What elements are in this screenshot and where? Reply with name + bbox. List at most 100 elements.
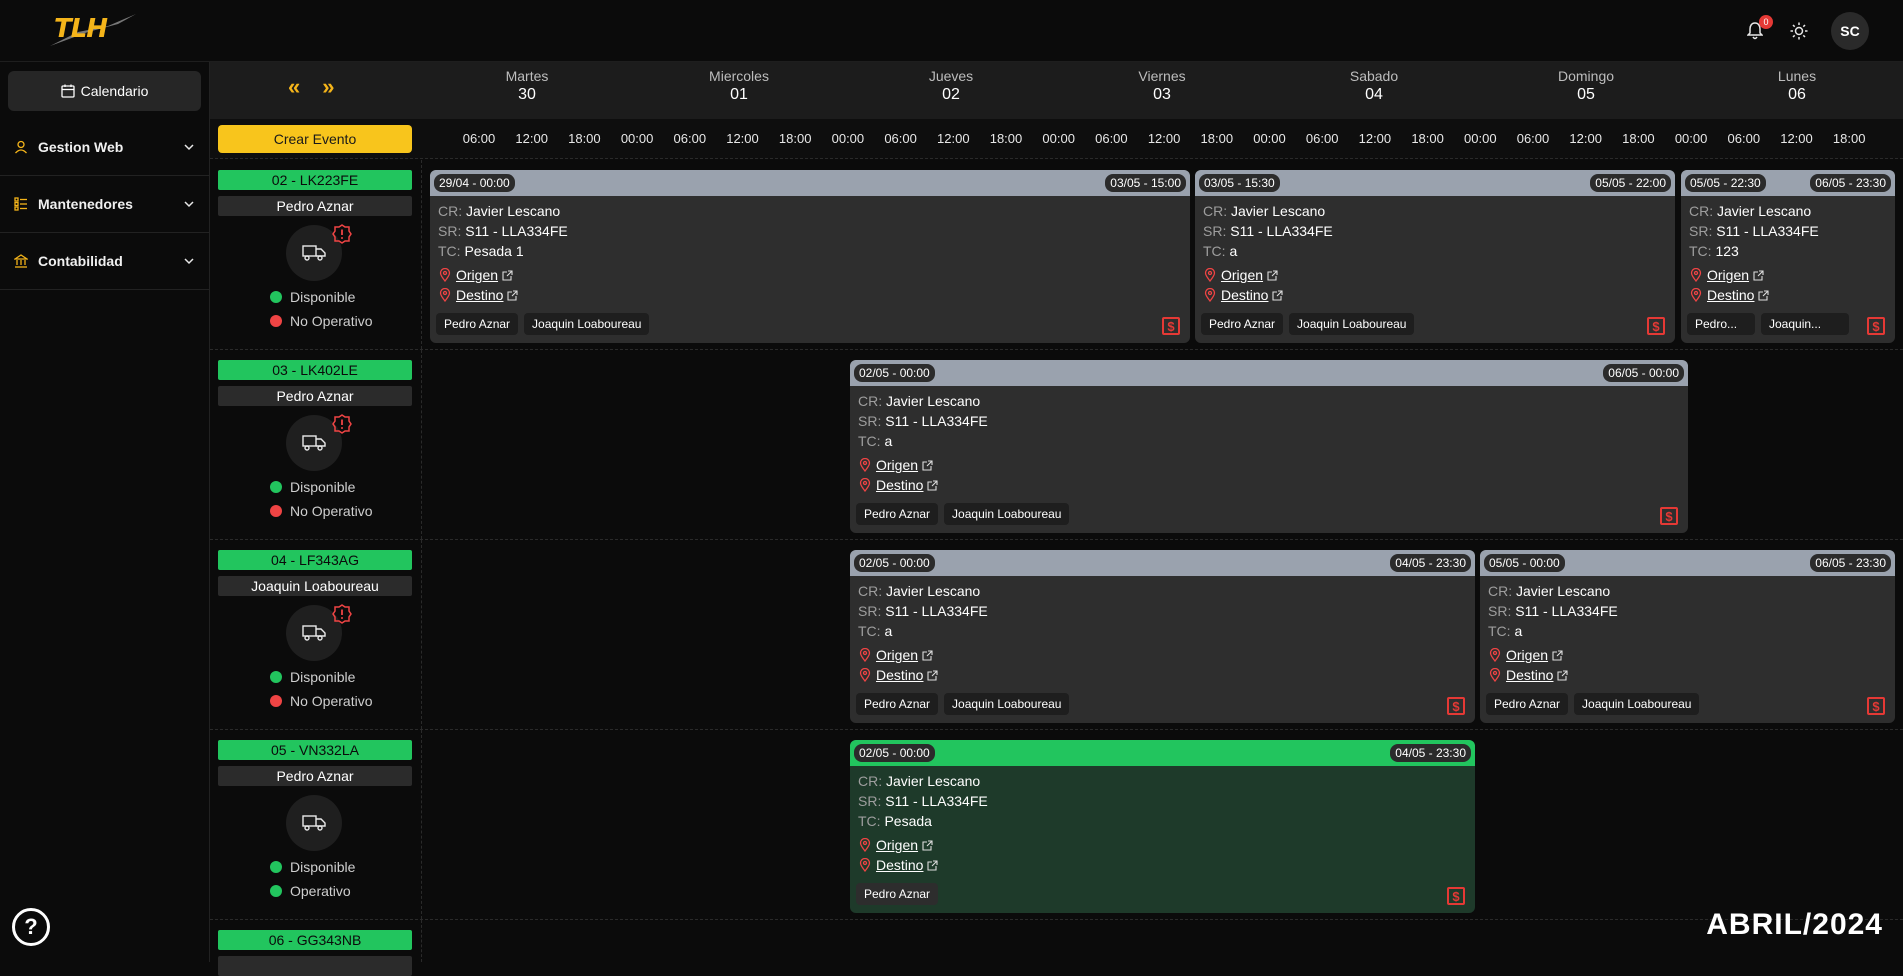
billing-dollar-icon[interactable]: $ xyxy=(1447,697,1465,715)
external-link-icon xyxy=(1272,290,1283,301)
prev-week-button[interactable]: « xyxy=(288,76,300,98)
map-pin-icon xyxy=(1689,268,1703,282)
event-card[interactable]: 05/05 - 00:0006/05 - 23:30 CR: Javier Le… xyxy=(1480,550,1895,723)
event-end: 06/05 - 23:30 xyxy=(1810,554,1891,572)
driver-chip[interactable]: Pedro Aznar xyxy=(856,693,938,715)
origin-link[interactable]: Origen xyxy=(858,835,1467,855)
destination-link[interactable]: Destino xyxy=(858,665,1467,685)
time-tick: 12:00 xyxy=(1144,131,1184,146)
event-cr: Javier Lescano xyxy=(886,393,980,409)
map-pin-icon xyxy=(1203,268,1217,282)
driver-chip[interactable]: Pedro Aznar xyxy=(1486,693,1568,715)
next-week-button[interactable]: » xyxy=(322,76,334,98)
driver-chip[interactable]: Pedro Aznar xyxy=(856,883,938,905)
time-tick: 06:00 xyxy=(881,131,921,146)
vehicle-plate[interactable]: 04 - LF343AG xyxy=(218,550,412,570)
external-link-icon xyxy=(507,290,518,301)
external-link-icon xyxy=(1557,670,1568,681)
time-tick: 12:00 xyxy=(1355,131,1395,146)
event-sr: S11 - LLA334FE xyxy=(1230,223,1332,239)
event-cr: Javier Lescano xyxy=(886,583,980,599)
billing-dollar-icon[interactable]: $ xyxy=(1647,317,1665,335)
event-end: 06/05 - 00:00 xyxy=(1603,364,1684,382)
destination-link[interactable]: Destino xyxy=(438,285,1182,305)
driver-name: Pedro Aznar xyxy=(218,766,412,786)
driver-chip[interactable]: Pedro Aznar xyxy=(1201,313,1283,335)
sidebar-item-gestion-web[interactable]: Gestion Web xyxy=(0,119,209,176)
vehicle-plate[interactable]: 03 - LK402LE xyxy=(218,360,412,380)
red-dot-icon xyxy=(270,315,282,327)
driver-chip[interactable]: Pedro... xyxy=(1687,313,1755,335)
calendar-header: « » Martes30 Miercoles01 Jueves02 Vierne… xyxy=(210,62,1903,119)
status-operational: No Operativo xyxy=(270,313,372,329)
day-header: Miercoles01 xyxy=(679,68,799,104)
logo-text: TLH xyxy=(54,14,107,44)
user-avatar[interactable]: SC xyxy=(1831,12,1869,50)
vehicle-plate[interactable]: 06 - GG343NB xyxy=(218,930,412,950)
map-pin-icon xyxy=(438,288,452,302)
sidebar: Calendario Gestion Web Mantenedores Cont… xyxy=(0,62,210,962)
driver-chip[interactable]: Joaquin Loaboureau xyxy=(524,313,649,335)
event-sr: S11 - LLA334FE xyxy=(1515,603,1617,619)
truck-icon xyxy=(286,795,342,851)
event-cr: Javier Lescano xyxy=(886,773,980,789)
destination-link[interactable]: Destino xyxy=(1488,665,1887,685)
event-card[interactable]: 02/05 - 00:0006/05 - 00:00 CR: Javier Le… xyxy=(850,360,1688,533)
event-card[interactable]: 05/05 - 22:3006/05 - 23:30 CR: Javier Le… xyxy=(1681,170,1895,343)
origin-link[interactable]: Origen xyxy=(858,455,1680,475)
billing-dollar-icon[interactable]: $ xyxy=(1867,317,1885,335)
billing-dollar-icon[interactable]: $ xyxy=(1660,507,1678,525)
event-card[interactable]: 02/05 - 00:0004/05 - 23:30 CR: Javier Le… xyxy=(850,550,1475,723)
sidebar-item-mantenedores[interactable]: Mantenedores xyxy=(0,176,209,233)
help-icon[interactable]: ? xyxy=(12,908,50,946)
external-link-icon xyxy=(1552,650,1563,661)
destination-link[interactable]: Destino xyxy=(1689,285,1887,305)
chevron-down-icon xyxy=(183,141,195,153)
app-logo[interactable]: TLH xyxy=(48,12,134,46)
origin-link[interactable]: Origen xyxy=(1203,265,1667,285)
driver-chip[interactable]: Joaquin... xyxy=(1761,313,1849,335)
alert-icon xyxy=(332,224,352,244)
external-link-icon xyxy=(1758,290,1769,301)
notifications-bell-icon[interactable]: 0 xyxy=(1743,19,1767,43)
destination-link[interactable]: Destino xyxy=(858,855,1467,875)
event-start: 29/04 - 00:00 xyxy=(434,174,515,192)
event-card[interactable]: 03/05 - 15:3005/05 - 22:00 CR: Javier Le… xyxy=(1195,170,1675,343)
driver-chip[interactable]: Joaquin Loaboureau xyxy=(944,503,1069,525)
external-link-icon xyxy=(922,840,933,851)
billing-dollar-icon[interactable]: $ xyxy=(1162,317,1180,335)
external-link-icon xyxy=(927,670,938,681)
event-cr: Javier Lescano xyxy=(1231,203,1325,219)
driver-chip[interactable]: Joaquin Loaboureau xyxy=(1574,693,1699,715)
theme-toggle-sun-icon[interactable] xyxy=(1787,19,1811,43)
vehicle-plate[interactable]: 05 - VN332LA xyxy=(218,740,412,760)
create-event-button[interactable]: Crear Evento xyxy=(218,125,412,153)
origin-link[interactable]: Origen xyxy=(1488,645,1887,665)
sidebar-item-contabilidad[interactable]: Contabilidad xyxy=(0,233,209,290)
driver-chip[interactable]: Pedro Aznar xyxy=(436,313,518,335)
origin-link[interactable]: Origen xyxy=(438,265,1182,285)
time-tick: 18:00 xyxy=(775,131,815,146)
destination-link[interactable]: Destino xyxy=(1203,285,1667,305)
calendar-button[interactable]: Calendario xyxy=(8,71,201,111)
red-dot-icon xyxy=(270,505,282,517)
billing-dollar-icon[interactable]: $ xyxy=(1867,697,1885,715)
driver-chip[interactable]: Joaquin Loaboureau xyxy=(1289,313,1414,335)
event-start: 05/05 - 00:00 xyxy=(1484,554,1565,572)
alert-icon xyxy=(332,604,352,624)
origin-link[interactable]: Origen xyxy=(858,645,1467,665)
origin-link[interactable]: Origen xyxy=(1689,265,1887,285)
map-pin-icon xyxy=(858,858,872,872)
map-pin-icon xyxy=(858,478,872,492)
time-tick: 06:00 xyxy=(459,131,499,146)
event-tc: 123 xyxy=(1715,243,1738,259)
driver-chip[interactable]: Joaquin Loaboureau xyxy=(944,693,1069,715)
destination-link[interactable]: Destino xyxy=(858,475,1680,495)
event-card[interactable]: 02/05 - 00:0004/05 - 23:30 CR: Javier Le… xyxy=(850,740,1475,913)
vehicle-plate[interactable]: 02 - LK223FE xyxy=(218,170,412,190)
vehicle-row: 03 - LK402LE Pedro Aznar Disponible No O… xyxy=(210,350,1903,540)
day-header: Lunes06 xyxy=(1737,68,1857,104)
billing-dollar-icon[interactable]: $ xyxy=(1447,887,1465,905)
driver-chip[interactable]: Pedro Aznar xyxy=(856,503,938,525)
event-card[interactable]: 29/04 - 00:0003/05 - 15:00 CR: Javier Le… xyxy=(430,170,1190,343)
